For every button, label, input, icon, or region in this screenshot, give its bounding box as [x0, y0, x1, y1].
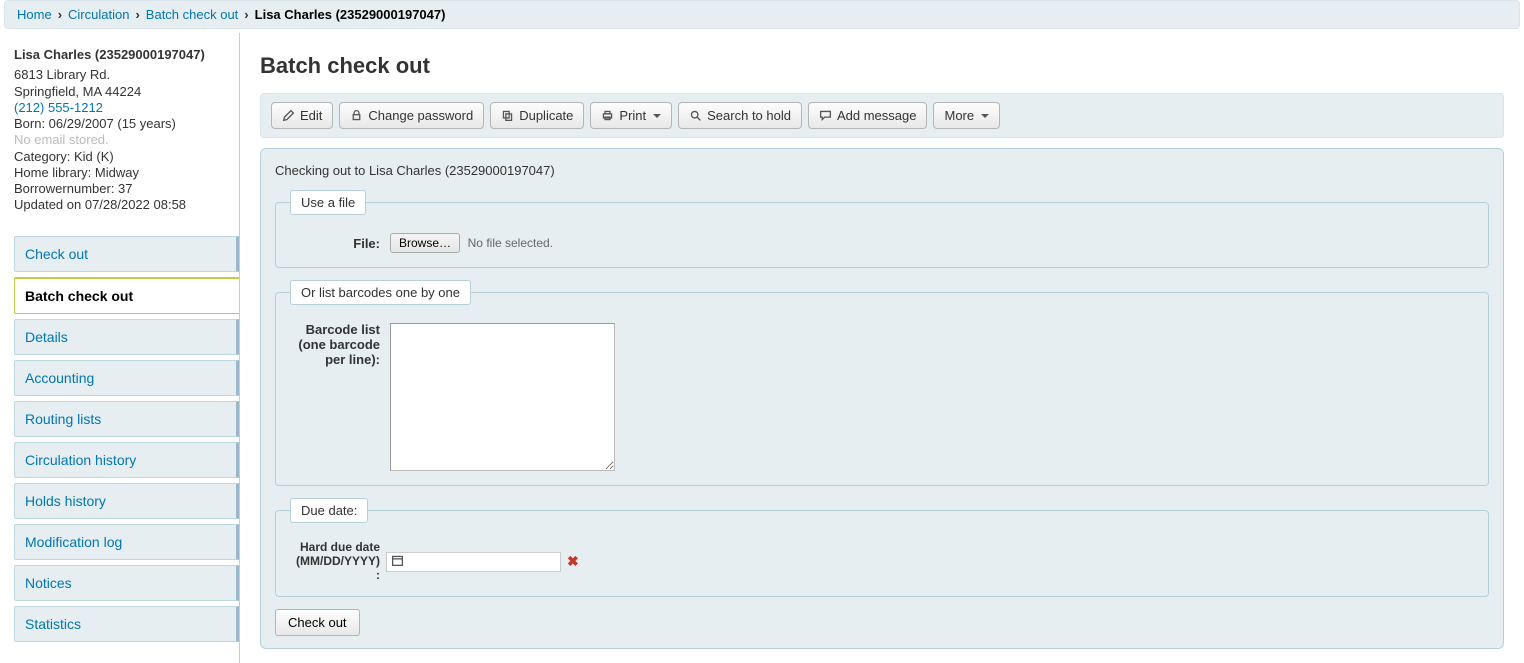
patron-address-1: 6813 Library Rd. — [14, 67, 229, 83]
breadcrumb-batch[interactable]: Batch check out — [146, 7, 239, 22]
breadcrumb-circulation[interactable]: Circulation — [68, 7, 129, 22]
due-date-fieldset: Due date: Hard due date (MM/DD/YYYY) : ✖ — [275, 498, 1489, 597]
barcode-list-fieldset: Or list barcodes one by one Barcode list… — [275, 280, 1489, 486]
more-label: More — [944, 108, 974, 123]
check-out-submit-button[interactable]: Check out — [275, 609, 360, 636]
print-label: Print — [619, 108, 646, 123]
sidebar-tabs: Check out Batch check out Details Accoun… — [14, 236, 239, 642]
use-a-file-legend: Use a file — [290, 190, 366, 215]
patron-home-library: Home library: Midway — [14, 165, 229, 181]
sidebar-item-check-out[interactable]: Check out — [14, 236, 239, 272]
patron-updated: Updated on 07/28/2022 08:58 — [14, 197, 229, 213]
add-message-button[interactable]: Add message — [808, 102, 928, 129]
due-date-legend: Due date: — [290, 498, 368, 523]
edit-button[interactable]: Edit — [271, 102, 333, 129]
print-icon — [601, 109, 614, 122]
patron-email-empty: No email stored. — [14, 132, 229, 148]
change-password-button[interactable]: Change password — [339, 102, 484, 129]
browse-button[interactable]: Browse… — [390, 233, 460, 253]
search-to-hold-label: Search to hold — [707, 108, 791, 123]
barcode-list-label: Barcode list (one barcode per line): — [290, 323, 380, 368]
action-toolbar: Edit Change password Duplicate Print Sea… — [260, 93, 1504, 138]
more-button[interactable]: More — [933, 102, 1000, 129]
duplicate-button[interactable]: Duplicate — [490, 102, 584, 129]
sidebar-item-notices[interactable]: Notices — [14, 565, 239, 601]
breadcrumb-separator: › — [58, 7, 62, 22]
change-password-label: Change password — [368, 108, 473, 123]
hard-due-date-input[interactable] — [408, 553, 560, 571]
clear-date-button[interactable]: ✖ — [567, 553, 579, 570]
calendar-icon — [387, 554, 408, 570]
breadcrumb-home[interactable]: Home — [17, 7, 52, 22]
breadcrumb-separator: › — [244, 7, 248, 22]
sidebar-item-holds-history[interactable]: Holds history — [14, 483, 239, 519]
comment-icon — [819, 109, 832, 122]
edit-button-label: Edit — [300, 108, 322, 123]
print-button[interactable]: Print — [590, 102, 672, 129]
sidebar-item-accounting[interactable]: Accounting — [14, 360, 239, 396]
patron-category: Category: Kid (K) — [14, 149, 229, 165]
search-icon — [689, 109, 702, 122]
search-to-hold-button[interactable]: Search to hold — [678, 102, 802, 129]
file-label: File: — [290, 233, 380, 251]
patron-phone[interactable]: (212) 555-1212 — [14, 100, 103, 115]
add-message-label: Add message — [837, 108, 917, 123]
duplicate-label: Duplicate — [519, 108, 573, 123]
patron-borrower-number: Borrowernumber: 37 — [14, 181, 229, 197]
patron-born: Born: 06/29/2007 (15 years) — [14, 116, 229, 132]
breadcrumb-current: Lisa Charles (23529000197047) — [255, 7, 446, 22]
lock-icon — [350, 109, 363, 122]
caret-down-icon — [981, 114, 989, 118]
sidebar-item-routing-lists[interactable]: Routing lists — [14, 401, 239, 437]
sidebar-item-batch-check-out[interactable]: Batch check out — [14, 277, 239, 314]
patron-info: Lisa Charles (23529000197047) 6813 Libra… — [14, 47, 239, 214]
hard-due-date-input-wrap[interactable] — [386, 552, 561, 572]
hard-due-date-label: Hard due date (MM/DD/YYYY) : — [290, 541, 380, 582]
sidebar-item-circulation-history[interactable]: Circulation history — [14, 442, 239, 478]
breadcrumb-separator: › — [135, 7, 139, 22]
barcode-list-textarea[interactable] — [390, 323, 615, 471]
sidebar-item-statistics[interactable]: Statistics — [14, 606, 239, 642]
breadcrumb: Home › Circulation › Batch check out › L… — [4, 0, 1520, 29]
sidebar-item-details[interactable]: Details — [14, 319, 239, 355]
pencil-icon — [282, 109, 295, 122]
patron-name: Lisa Charles (23529000197047) — [14, 47, 229, 63]
page-title: Batch check out — [260, 53, 1504, 79]
caret-down-icon — [653, 114, 661, 118]
patron-address-2: Springfield, MA 44224 — [14, 84, 229, 100]
checking-out-to-text: Checking out to Lisa Charles (2352900019… — [275, 163, 1489, 178]
sidebar-item-modification-log[interactable]: Modification log — [14, 524, 239, 560]
file-selected-status: No file selected. — [468, 236, 553, 250]
batch-checkout-form: Checking out to Lisa Charles (2352900019… — [260, 148, 1504, 649]
barcode-list-legend: Or list barcodes one by one — [290, 280, 471, 305]
copy-icon — [501, 109, 514, 122]
use-a-file-fieldset: Use a file File: Browse… No file selecte… — [275, 190, 1489, 268]
